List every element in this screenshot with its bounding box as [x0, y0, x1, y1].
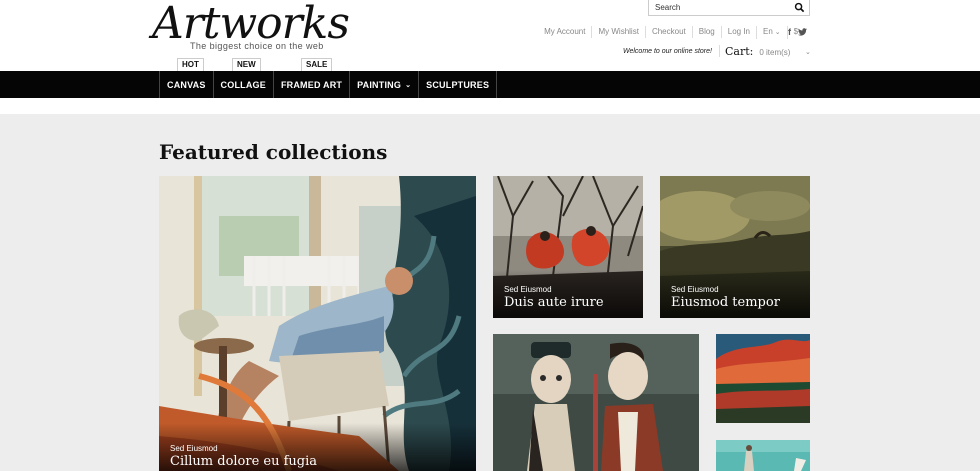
section-heading: Featured collections [159, 140, 388, 164]
nav-item-canvas[interactable]: CANVAS [159, 71, 213, 98]
twitter-icon[interactable] [798, 28, 807, 36]
checkout-link[interactable]: Checkout [644, 26, 692, 38]
cart-summary[interactable]: Cart: 0 item(s) [725, 45, 790, 59]
language-selector[interactable]: En ⌄ [756, 25, 787, 39]
chevron-down-icon[interactable]: ⌄ [805, 48, 811, 56]
my-account-link[interactable]: My Account [538, 26, 591, 38]
nav-item-label: SCULPTURES [426, 79, 490, 90]
tile-subtitle: Sed Eiusmod [671, 285, 719, 294]
tile-title: Eiusmod tempor [671, 295, 780, 310]
blog-link[interactable]: Blog [691, 26, 721, 38]
nav-item-collage[interactable]: COLLAGE [212, 71, 273, 98]
nav-item-sculptures[interactable]: SCULPTURES [418, 71, 498, 98]
nav-item-label: FRAMED ART [280, 79, 343, 90]
cart-count: 0 item(s) [759, 48, 791, 57]
nav-item-framed-art[interactable]: FRAMED ART [272, 71, 349, 98]
cart-divider [719, 45, 720, 57]
caption-overlay [493, 270, 643, 318]
painting-image [493, 334, 699, 471]
chevron-down-icon: ⌄ [405, 81, 412, 89]
main-nav: CANVAS COLLAGE FRAMED ART PAINTING ⌄ SCUL… [0, 71, 980, 98]
caption-overlay [660, 270, 810, 318]
nav-badge-sale: SALE [301, 58, 333, 71]
top-links: My Account My Wishlist Checkout Blog Log… [538, 25, 812, 39]
painting-image [716, 440, 810, 471]
facebook-icon[interactable]: f [788, 27, 791, 37]
tile-title: Cillum dolore eu fugia [170, 454, 318, 469]
search-icon[interactable] [794, 2, 805, 13]
collection-tile[interactable]: Sed Eiusmod Eiusmod tempor [660, 176, 810, 318]
nav-item-label: CANVAS [167, 79, 206, 90]
nav-underline-strip [0, 98, 980, 114]
nav-item-painting[interactable]: PAINTING ⌄ [349, 71, 418, 98]
tile-subtitle: Sed Eiusmod [504, 285, 552, 294]
cart-label: Cart: [725, 45, 754, 58]
collection-tile[interactable]: Sed Eiusmod Duis aute irure [493, 176, 643, 318]
tile-title: Duis aute irure [504, 295, 604, 310]
welcome-message: Welcome to our online store! [623, 48, 712, 55]
collection-tile-large[interactable]: Sed Eiusmod Cillum dolore eu fugia [159, 176, 476, 471]
collection-tile[interactable] [716, 334, 810, 423]
collection-tile[interactable] [716, 440, 810, 471]
nav-item-label: COLLAGE [220, 79, 266, 90]
search-input[interactable] [649, 0, 789, 15]
painting-image [716, 334, 810, 423]
chevron-down-icon: ⌄ [774, 28, 781, 36]
logo-tagline: The biggest choice on the web [190, 41, 324, 51]
site-logo[interactable]: Artworks The biggest choice on the web [152, 0, 362, 52]
search-box [648, 0, 810, 16]
tile-subtitle: Sed Eiusmod [170, 444, 218, 453]
nav-item-label: PAINTING [357, 79, 402, 90]
nav-badge-new: NEW [232, 58, 261, 71]
site-header: Artworks The biggest choice on the web M… [0, 0, 980, 71]
language-value: En [763, 26, 773, 36]
login-link[interactable]: Log In [720, 26, 756, 38]
nav-badge-hot: HOT [177, 58, 204, 71]
my-wishlist-link[interactable]: My Wishlist [591, 26, 644, 38]
collection-tile[interactable] [493, 334, 699, 471]
social-links: f [788, 26, 807, 38]
